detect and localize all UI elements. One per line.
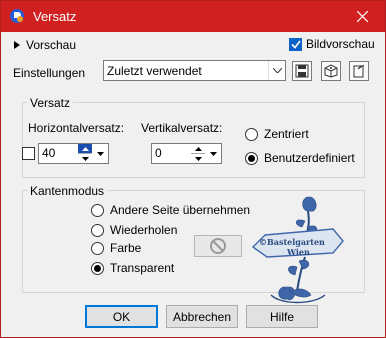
- versatz-group: [22, 102, 365, 178]
- watermark-line-2: Wien: [287, 247, 310, 257]
- bildvorschau-label: Bildvorschau: [306, 37, 375, 51]
- edge-option-color-label: Farbe: [110, 241, 142, 255]
- edge-option-wrap[interactable]: Andere Seite übernehmen: [91, 203, 250, 217]
- close-button[interactable]: [339, 1, 385, 32]
- preview-label: Vorschau: [26, 38, 77, 52]
- preview-toggle[interactable]: Vorschau: [14, 38, 76, 52]
- help-button[interactable]: Hilfe: [246, 305, 318, 328]
- edge-option-color-circle[interactable]: [91, 241, 104, 255]
- triangle-right-icon: [14, 41, 20, 49]
- edge-option-wrap-label: Andere Seite übernehmen: [110, 203, 251, 217]
- arrow-up-icon: [194, 146, 202, 151]
- window-title: Versatz: [33, 9, 77, 24]
- link-offsets-checkbox[interactable]: [22, 147, 35, 160]
- bildvorschau-checkbox-box[interactable]: [289, 37, 302, 51]
- radio-custom[interactable]: Benutzerdefiniert: [245, 151, 355, 165]
- vertical-offset-dropdown[interactable]: [205, 144, 221, 163]
- floppy-disk-icon: [295, 64, 309, 78]
- horizontal-spin-up[interactable]: [78, 144, 92, 153]
- app-icon: [10, 9, 24, 23]
- vertical-offset-label: Vertikalversatz:: [141, 121, 223, 135]
- radio-centered-label: Zentriert: [264, 127, 309, 141]
- edge-option-transparent-circle[interactable]: [91, 261, 104, 275]
- reset-preset-button[interactable]: [321, 61, 341, 81]
- vertical-offset-input[interactable]: 0: [155, 146, 162, 160]
- ok-button[interactable]: OK: [85, 305, 158, 328]
- cancel-button[interactable]: Abbrechen: [166, 305, 238, 328]
- help-button-label: Hilfe: [269, 309, 294, 324]
- arrow-up-icon: [81, 146, 89, 151]
- vertical-offset-spin-buttons[interactable]: [191, 144, 205, 163]
- dice-icon: [324, 64, 338, 78]
- edge-option-wrap-circle[interactable]: [91, 203, 104, 217]
- chevron-down-icon: [209, 151, 217, 156]
- horizontal-offset-spinner[interactable]: 40: [38, 143, 109, 164]
- radio-centered[interactable]: Zentriert: [245, 127, 309, 141]
- radio-custom-label: Benutzerdefiniert: [264, 151, 355, 165]
- arrow-down-icon: [194, 156, 202, 161]
- edge-color-swatch[interactable]: [194, 235, 242, 257]
- edge-option-repeat[interactable]: Wiederholen: [91, 223, 177, 237]
- horizontal-offset-dropdown[interactable]: [92, 144, 108, 163]
- edge-option-transparent[interactable]: Transparent: [91, 261, 174, 275]
- radio-custom-circle[interactable]: [245, 151, 258, 165]
- manage-presets-button[interactable]: [349, 61, 369, 81]
- edge-option-repeat-circle[interactable]: [91, 223, 104, 237]
- chevron-down-icon: [96, 151, 104, 156]
- dialog-window: Versatz Vorschau Bildvorschau Einstellun…: [0, 0, 386, 338]
- radio-centered-circle[interactable]: [245, 127, 258, 141]
- edge-option-color[interactable]: Farbe: [91, 241, 141, 255]
- versatz-group-title: Versatz: [27, 96, 74, 110]
- horizontal-offset-spin-buttons[interactable]: [78, 144, 92, 163]
- manage-presets-icon: [353, 64, 365, 78]
- cancel-button-label: Abbrechen: [172, 309, 232, 324]
- arrow-down-icon: [81, 156, 89, 161]
- kantenmodus-group-title: Kantenmodus: [27, 184, 108, 198]
- settings-label: Einstellungen: [13, 66, 86, 80]
- settings-dropdown-value: Zuletzt verwendet: [107, 64, 202, 78]
- no-color-icon: [210, 238, 226, 254]
- vertical-spin-up[interactable]: [191, 144, 205, 154]
- ok-button-label: OK: [112, 309, 131, 324]
- close-icon: [356, 11, 368, 22]
- horizontal-offset-input[interactable]: 40: [42, 146, 55, 160]
- horizontal-spin-down[interactable]: [78, 153, 92, 163]
- edge-option-repeat-label: Wiederholen: [110, 223, 178, 237]
- chevron-down-icon: [272, 68, 282, 73]
- checkmark-icon: [290, 40, 301, 49]
- vertical-offset-spinner[interactable]: 0: [151, 143, 222, 164]
- horizontal-offset-label: Horizontalversatz:: [28, 121, 125, 135]
- title-bar[interactable]: Versatz: [1, 1, 385, 32]
- save-preset-button[interactable]: [292, 61, 312, 81]
- edge-option-transparent-label: Transparent: [110, 261, 175, 275]
- bildvorschau-checkbox[interactable]: Bildvorschau: [289, 37, 375, 51]
- settings-dropdown[interactable]: Zuletzt verwendet: [103, 60, 286, 81]
- watermark-line-1: ©Bastelgarten: [259, 237, 325, 247]
- vertical-spin-down[interactable]: [191, 154, 205, 163]
- settings-dropdown-arrow[interactable]: [268, 61, 285, 80]
